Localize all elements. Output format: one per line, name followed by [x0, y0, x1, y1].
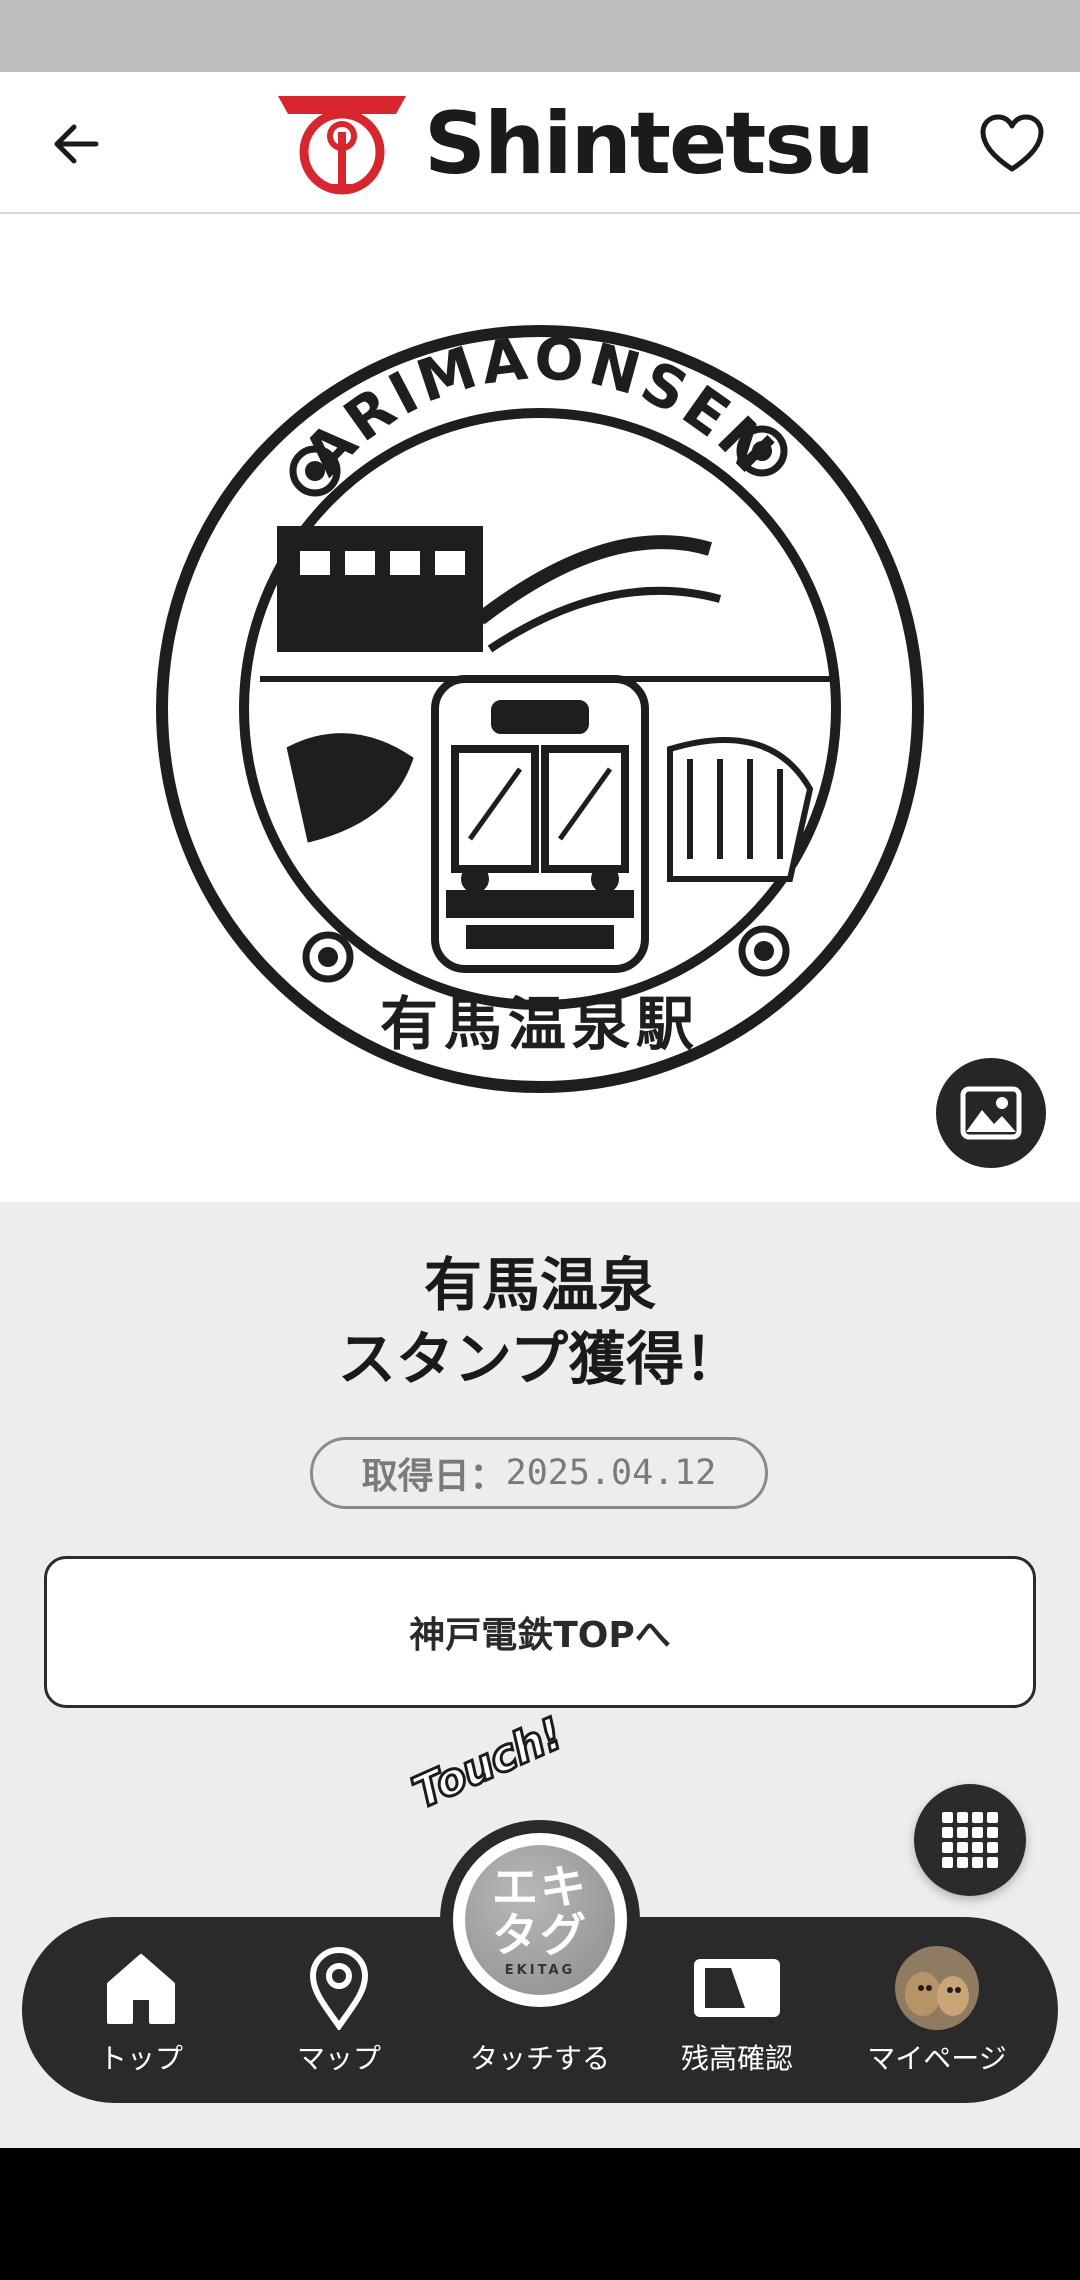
nav-label-touch: タッチする	[469, 2042, 610, 2075]
heart-outline-icon	[980, 114, 1044, 172]
nav-item-map[interactable]: マップ	[254, 1917, 424, 2103]
station-stamp-image: ARIMAONSEN 有馬温泉駅	[156, 324, 924, 1093]
date-label: 取得日：	[361, 1456, 506, 1497]
stamp-station-kanji: 有馬温泉駅	[380, 990, 700, 1058]
home-icon	[107, 1954, 175, 2024]
app-header: Shintetsu	[0, 72, 1080, 214]
stamp-result-title: 有馬温泉 スタンプ獲得！	[0, 1248, 1080, 1396]
acquired-date-badge: 取得日： 2025.04.12	[310, 1437, 768, 1509]
ekitag-kana-line2: タグ	[492, 1907, 588, 1962]
nav-item-mypage[interactable]: マイページ	[852, 1917, 1022, 2103]
nav-label-map: マップ	[296, 2042, 381, 2075]
touch-script-text: Touch!	[404, 1707, 572, 1821]
logo-text: Shintetsu	[424, 94, 875, 194]
system-navigation-bar	[0, 2148, 1080, 2280]
stamp-acquired-text: スタンプ獲得！	[337, 1325, 743, 1393]
back-button[interactable]	[40, 108, 112, 180]
shintetsu-logo: Shintetsu	[272, 86, 875, 202]
card-icon	[694, 1959, 780, 2017]
status-bar	[0, 0, 1080, 72]
nav-item-top[interactable]: トップ	[56, 1917, 226, 2103]
map-pin-icon	[309, 1946, 369, 2030]
touch-ekitag-icon: エキ タグ EKITAG	[440, 1820, 640, 2020]
shintetsu-emblem-icon	[278, 96, 406, 195]
ekitag-touch-button[interactable]: エキ タグ EKITAG Touch!	[404, 1707, 660, 2022]
arrow-left-icon	[54, 124, 99, 164]
image-icon	[960, 1086, 1022, 1140]
kobe-railway-top-button[interactable]: 神戸電鉄TOPへ	[44, 1556, 1036, 1708]
nav-label-balance: 残高確認	[680, 2042, 793, 2075]
avatar-icon	[895, 1946, 979, 2030]
nav-label-top: トップ	[98, 2042, 183, 2075]
date-value: 2025.04.12	[505, 1453, 717, 1493]
ekitag-kana-line1: エキ	[492, 1859, 588, 1914]
view-image-button[interactable]	[936, 1058, 1046, 1168]
ekitag-sub-text: EKITAG	[504, 1962, 576, 1978]
grid-icon	[942, 1812, 998, 1868]
nav-item-balance[interactable]: 残高確認	[652, 1917, 822, 2103]
menu-grid-button[interactable]	[914, 1784, 1026, 1896]
stamp-area: ARIMAONSEN 有馬温泉駅	[0, 214, 1080, 1202]
station-name: 有馬温泉	[423, 1251, 656, 1319]
nav-label-mypage: マイページ	[867, 2042, 1007, 2075]
favorite-button[interactable]	[974, 106, 1050, 182]
